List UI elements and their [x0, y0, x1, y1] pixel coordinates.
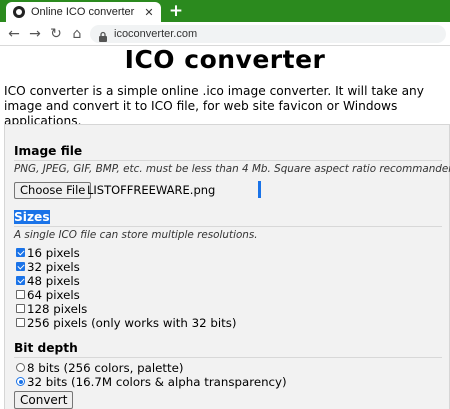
converter-form: Image file PNG, JPEG, GIF, BMP, etc. mus…	[4, 124, 450, 409]
home-icon[interactable]: ⌂	[68, 24, 86, 44]
bit-depth-option-label: 32 bits (16.7M colors & alpha transparen…	[27, 374, 287, 389]
convert-button[interactable]: Convert	[14, 391, 74, 409]
reload-icon[interactable]: ↻	[47, 24, 65, 44]
intro-text: ICO converter is a simple online .ico im…	[4, 84, 424, 128]
selected-filename: LISTOFFREEWARE.png	[87, 183, 216, 197]
text-cursor	[258, 181, 261, 198]
sizes-note: A single ICO file can store multiple res…	[14, 229, 258, 241]
size-128-checkbox[interactable]	[16, 304, 25, 313]
bit-depth-32-radio[interactable]	[16, 377, 25, 386]
tab-title: Online ICO converter	[31, 6, 135, 18]
size-option-label: 16 pixels	[27, 245, 80, 260]
sizes-heading: Sizes	[14, 210, 50, 224]
size-64-checkbox[interactable]	[16, 290, 25, 299]
browser-toolbar: ← → ↻ ⌂ icoconverter.com	[0, 22, 450, 46]
size-option-label: 128 pixels	[27, 301, 88, 316]
section-divider	[14, 357, 442, 358]
size-32-checkbox[interactable]	[16, 262, 25, 271]
bit-depth-option-label: 8 bits (256 colors, palette)	[27, 360, 184, 375]
size-option-label: 64 pixels	[27, 287, 80, 302]
size-16-checkbox[interactable]	[16, 248, 25, 257]
site-favicon-icon	[13, 6, 25, 18]
sizes-heading-text: Sizes	[14, 210, 50, 224]
size-option-label: 256 pixels (only works with 32 bits)	[27, 315, 237, 330]
size-256-checkbox[interactable]	[16, 318, 25, 327]
size-option-16[interactable]: 16 pixels	[16, 245, 80, 260]
back-arrow-icon[interactable]: ←	[5, 24, 23, 44]
size-48-checkbox[interactable]	[16, 276, 25, 285]
page-title: ICO converter	[124, 46, 326, 74]
size-option-64[interactable]: 64 pixels	[16, 287, 80, 302]
close-tab-icon[interactable]: ✕	[141, 6, 157, 19]
image-file-note: PNG, JPEG, GIF, BMP, etc. must be less t…	[14, 163, 450, 175]
bit-depth-option-8[interactable]: 8 bits (256 colors, palette)	[16, 360, 184, 375]
choose-file-button[interactable]: Choose File	[14, 182, 92, 199]
size-option-48[interactable]: 48 pixels	[16, 273, 80, 288]
size-option-32[interactable]: 32 pixels	[16, 259, 80, 274]
image-file-heading: Image file	[14, 144, 83, 158]
size-option-256[interactable]: 256 pixels (only works with 32 bits)	[16, 315, 237, 330]
page-content: ICO converter ICO converter is a simple …	[0, 46, 450, 409]
address-bar[interactable]: icoconverter.com	[90, 25, 446, 43]
bit-depth-option-32[interactable]: 32 bits (16.7M colors & alpha transparen…	[16, 374, 287, 389]
section-divider	[14, 160, 442, 161]
section-divider	[14, 226, 442, 227]
size-option-label: 48 pixels	[27, 273, 80, 288]
url-text: icoconverter.com	[114, 28, 198, 40]
browser-tab-strip: Online ICO converter ✕ +	[0, 0, 450, 22]
size-option-128[interactable]: 128 pixels	[16, 301, 88, 316]
lock-icon[interactable]	[97, 28, 109, 42]
browser-tab[interactable]: Online ICO converter ✕	[6, 2, 161, 22]
bit-depth-heading: Bit depth	[14, 341, 78, 355]
bit-depth-8-radio[interactable]	[16, 363, 25, 372]
forward-arrow-icon[interactable]: →	[26, 24, 44, 44]
size-option-label: 32 pixels	[27, 259, 80, 274]
new-tab-button[interactable]: +	[166, 1, 186, 21]
